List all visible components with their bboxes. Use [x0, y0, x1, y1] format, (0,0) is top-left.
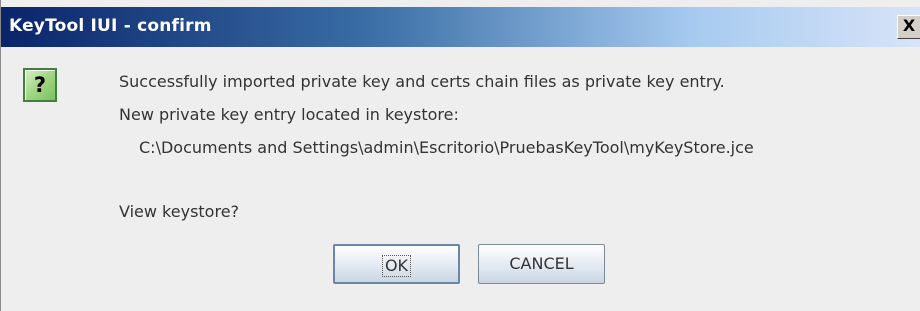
dialog-content: ? Successfully imported private key and … — [1, 47, 920, 311]
ok-button-label: OK — [381, 254, 412, 277]
message-question: View keystore? — [119, 202, 240, 221]
keystore-path: C:\Documents and Settings\admin\Escritor… — [139, 138, 754, 157]
cancel-button[interactable]: CANCEL — [478, 244, 605, 284]
question-glyph: ? — [33, 73, 47, 97]
window-title: KeyTool IUI - confirm — [9, 16, 212, 36]
question-icon: ? — [23, 68, 57, 102]
ok-button[interactable]: OK — [333, 244, 460, 284]
message-line-location: New private key entry located in keystor… — [119, 105, 459, 124]
title-bar[interactable]: KeyTool IUI - confirm X — [1, 7, 920, 47]
close-button[interactable]: X — [897, 15, 920, 39]
cancel-button-label: CANCEL — [509, 254, 574, 273]
message-line-success: Successfully imported private key and ce… — [119, 72, 725, 91]
confirm-dialog: KeyTool IUI - confirm X ? Successfully i… — [0, 0, 920, 311]
close-icon: X — [902, 16, 916, 35]
